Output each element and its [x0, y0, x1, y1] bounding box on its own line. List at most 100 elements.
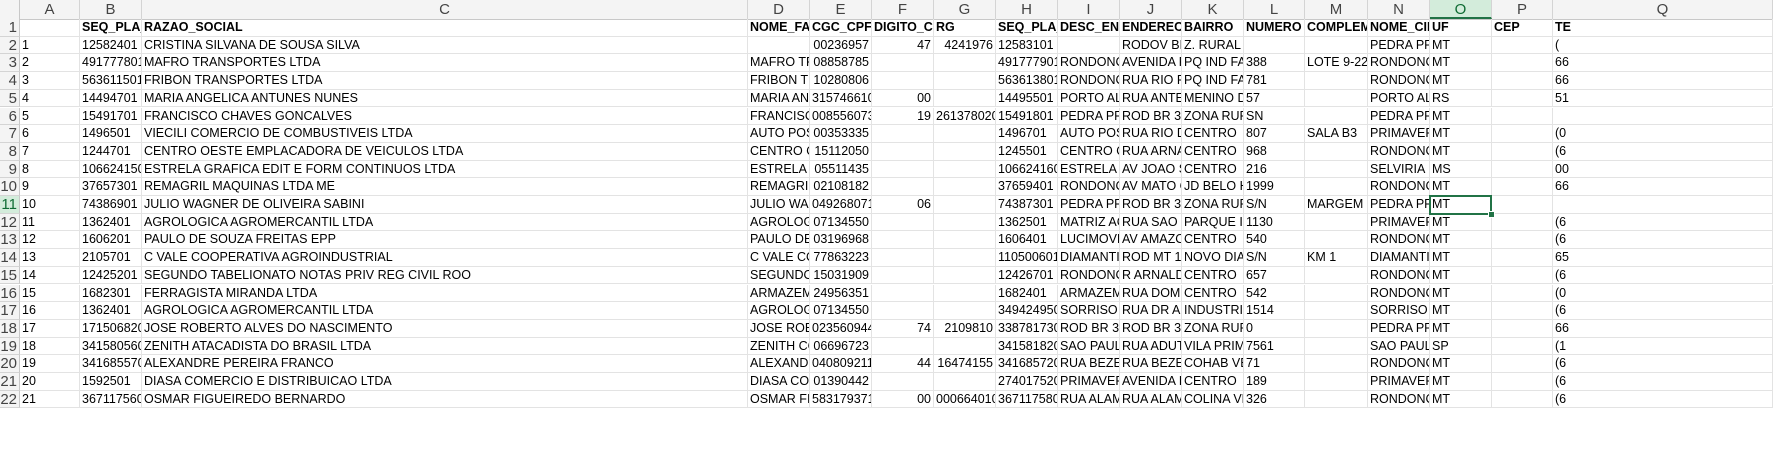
- cell-h19[interactable]: 341581820: [996, 337, 1058, 356]
- cell-l13[interactable]: 540: [1244, 231, 1305, 250]
- cell-a13[interactable]: 12: [20, 231, 80, 250]
- cell-a8[interactable]: 7: [20, 142, 80, 161]
- cell-c1[interactable]: RAZAO_SOCIAL: [142, 19, 748, 37]
- row-header-8[interactable]: 8: [0, 142, 20, 161]
- cell-o2[interactable]: MT: [1430, 36, 1492, 55]
- cell-l15[interactable]: 657: [1244, 266, 1305, 285]
- row-header-5[interactable]: 5: [0, 89, 20, 108]
- cell-o18[interactable]: MT: [1430, 319, 1492, 338]
- cell-e16[interactable]: 24956351: [810, 284, 872, 303]
- cell-d17[interactable]: AGROLOGI: [748, 302, 810, 320]
- cell-p16[interactable]: [1492, 284, 1553, 303]
- cell-f19[interactable]: [872, 337, 934, 356]
- cell-o9[interactable]: MS: [1430, 160, 1492, 179]
- cell-g10[interactable]: [934, 178, 996, 196]
- cell-q10[interactable]: 66: [1553, 178, 1773, 196]
- cell-o14[interactable]: MT: [1430, 249, 1492, 267]
- cell-d3[interactable]: MAFRO TR: [748, 54, 810, 73]
- cell-q19[interactable]: (1: [1553, 337, 1773, 356]
- cell-p19[interactable]: [1492, 337, 1553, 356]
- cell-p18[interactable]: [1492, 319, 1553, 338]
- cell-p21[interactable]: [1492, 373, 1553, 391]
- cell-n16[interactable]: RONDONC: [1368, 284, 1430, 303]
- cell-f10[interactable]: [872, 178, 934, 196]
- cell-e8[interactable]: 15112050: [810, 142, 872, 161]
- cell-j1[interactable]: ENDERECO: [1120, 19, 1182, 37]
- cell-f21[interactable]: [872, 373, 934, 391]
- cell-k3[interactable]: PQ IND FA: [1182, 54, 1244, 73]
- cell-m7[interactable]: SALA B3: [1305, 125, 1368, 143]
- cell-m14[interactable]: KM 1: [1305, 249, 1368, 267]
- cell-l21[interactable]: 189: [1244, 373, 1305, 391]
- cell-f1[interactable]: DIGITO_CP: [872, 19, 934, 37]
- row-header-3[interactable]: 3: [0, 54, 20, 73]
- cell-g14[interactable]: [934, 249, 996, 267]
- cell-d14[interactable]: C VALE CO: [748, 249, 810, 267]
- cell-m1[interactable]: COMPLEMI: [1305, 19, 1368, 37]
- cell-b3[interactable]: 491777801: [80, 54, 142, 73]
- cell-i16[interactable]: ARMAZEM: [1058, 284, 1120, 303]
- cell-f11[interactable]: 06: [872, 196, 934, 214]
- cell-a11[interactable]: 10: [20, 196, 80, 214]
- cell-n5[interactable]: PORTO ALE: [1368, 89, 1430, 108]
- cell-i1[interactable]: DESC_END: [1058, 19, 1120, 37]
- cell-m20[interactable]: [1305, 355, 1368, 373]
- cell-i19[interactable]: SAO PAULC: [1058, 337, 1120, 356]
- cell-l7[interactable]: 807: [1244, 125, 1305, 143]
- cell-h18[interactable]: 338781730: [996, 319, 1058, 338]
- cell-q13[interactable]: (6: [1553, 231, 1773, 250]
- cell-n14[interactable]: DIAMANTI: [1368, 249, 1430, 267]
- cell-e10[interactable]: 02108182: [810, 178, 872, 196]
- cell-n9[interactable]: SELVIRIA: [1368, 160, 1430, 179]
- cell-m6[interactable]: [1305, 107, 1368, 126]
- cell-q18[interactable]: 66: [1553, 319, 1773, 338]
- cell-q9[interactable]: 00: [1553, 160, 1773, 179]
- cell-b15[interactable]: 12425201: [80, 266, 142, 285]
- cell-b7[interactable]: 1496501: [80, 125, 142, 143]
- cell-h14[interactable]: 110500601: [996, 249, 1058, 267]
- cell-g1[interactable]: RG: [934, 19, 996, 37]
- cell-g4[interactable]: [934, 72, 996, 90]
- cell-h10[interactable]: 37659401: [996, 178, 1058, 196]
- cell-l18[interactable]: 0: [1244, 319, 1305, 338]
- cell-a14[interactable]: 13: [20, 249, 80, 267]
- row-header-15[interactable]: 15: [0, 266, 20, 285]
- cell-i6[interactable]: PEDRA PRE: [1058, 107, 1120, 126]
- cell-k22[interactable]: COLINA VE: [1182, 390, 1244, 409]
- cell-h11[interactable]: 74387301: [996, 196, 1058, 214]
- cell-l3[interactable]: 388: [1244, 54, 1305, 73]
- cell-a12[interactable]: 11: [20, 213, 80, 232]
- cell-g6[interactable]: 261378020: [934, 107, 996, 126]
- cell-a3[interactable]: 2: [20, 54, 80, 73]
- cell-a5[interactable]: 4: [20, 89, 80, 108]
- cell-e21[interactable]: 01390442: [810, 373, 872, 391]
- cell-d13[interactable]: PAULO DE: [748, 231, 810, 250]
- cell-b11[interactable]: 74386901: [80, 196, 142, 214]
- cell-e6[interactable]: 008556073: [810, 107, 872, 126]
- cell-e13[interactable]: 03196968: [810, 231, 872, 250]
- cell-h3[interactable]: 491777901: [996, 54, 1058, 73]
- cell-b2[interactable]: 12582401: [80, 36, 142, 55]
- cell-o22[interactable]: MT: [1430, 390, 1492, 409]
- cell-f18[interactable]: 74: [872, 319, 934, 338]
- cell-e14[interactable]: 77863223: [810, 249, 872, 267]
- cell-g8[interactable]: [934, 142, 996, 161]
- cell-k4[interactable]: PQ IND FA: [1182, 72, 1244, 90]
- cell-d12[interactable]: AGROLOGI: [748, 213, 810, 232]
- cell-o12[interactable]: MT: [1430, 213, 1492, 232]
- cell-h15[interactable]: 12426701: [996, 266, 1058, 285]
- row-header-16[interactable]: 16: [0, 284, 20, 303]
- cell-q1[interactable]: TE: [1553, 19, 1773, 37]
- cell-g7[interactable]: [934, 125, 996, 143]
- cell-j12[interactable]: RUA SAO F: [1120, 213, 1182, 232]
- cell-l14[interactable]: S/N: [1244, 249, 1305, 267]
- cell-e9[interactable]: 05511435: [810, 160, 872, 179]
- cell-l22[interactable]: 326: [1244, 390, 1305, 409]
- cell-c10[interactable]: REMAGRIL MAQUINAS LTDA ME: [142, 178, 748, 196]
- cell-j4[interactable]: RUA RIO P: [1120, 72, 1182, 90]
- cell-i14[interactable]: DIAMANTI: [1058, 249, 1120, 267]
- cell-d20[interactable]: ALEXANDR: [748, 355, 810, 373]
- cell-j8[interactable]: RUA ARNA: [1120, 142, 1182, 161]
- cell-h1[interactable]: SEQ_PLA_E: [996, 19, 1058, 37]
- cell-o4[interactable]: MT: [1430, 72, 1492, 90]
